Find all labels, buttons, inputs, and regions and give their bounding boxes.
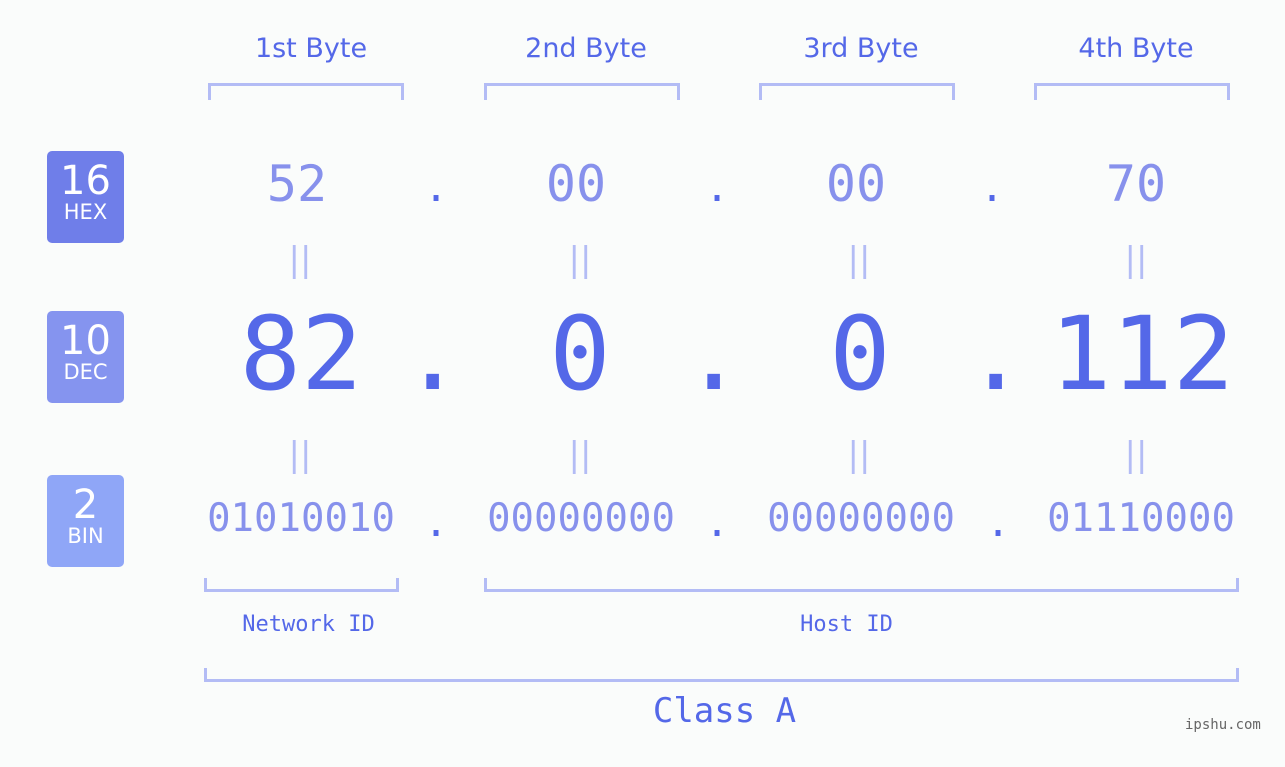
bin-byte-4: 01110000 <box>1047 496 1235 541</box>
dec-byte-4: 112 <box>1049 295 1235 414</box>
bin-byte-1: 01010010 <box>207 496 395 541</box>
bin-byte-2: 00000000 <box>487 496 675 541</box>
hex-base: 16 <box>60 158 111 204</box>
byte-header-3: 3rd Byte <box>803 33 919 64</box>
byte-bracket-3 <box>759 83 955 100</box>
equals-icon: || <box>1124 435 1148 475</box>
hex-dot-3: . <box>980 165 1005 211</box>
equals-icon: || <box>288 435 312 475</box>
host-id-label: Host ID <box>800 612 893 637</box>
dec-label: DEC <box>63 360 108 384</box>
bin-badge: 2 BIN <box>47 475 124 567</box>
hex-label: HEX <box>63 200 108 224</box>
byte-bracket-1 <box>208 83 404 100</box>
byte-header-4: 4th Byte <box>1078 33 1194 64</box>
equals-icon: || <box>1124 240 1148 280</box>
bin-dot-3: . <box>986 500 1011 546</box>
dec-byte-3: 0 <box>829 295 891 414</box>
equals-icon: || <box>847 240 871 280</box>
dec-base: 10 <box>60 318 111 364</box>
hex-badge: 16 HEX <box>47 151 124 243</box>
byte-bracket-2 <box>484 83 680 100</box>
bin-dot-2: . <box>705 500 730 546</box>
equals-icon: || <box>288 240 312 280</box>
dec-byte-1: 82 <box>239 295 363 414</box>
hex-byte-4: 70 <box>1105 155 1167 213</box>
dec-dot-2: . <box>683 295 745 414</box>
bin-byte-3: 00000000 <box>767 496 955 541</box>
dec-byte-2: 0 <box>549 295 611 414</box>
network-bracket <box>204 578 399 592</box>
host-bracket <box>484 578 1239 592</box>
class-bracket <box>204 668 1239 682</box>
hex-byte-2: 00 <box>545 155 607 213</box>
hex-byte-1: 52 <box>266 155 328 213</box>
class-label: Class A <box>652 691 797 731</box>
bin-dot-1: . <box>424 500 449 546</box>
dec-badge: 10 DEC <box>47 311 124 403</box>
byte-bracket-4 <box>1034 83 1230 100</box>
hex-dot-2: . <box>705 165 730 211</box>
dec-dot-1: . <box>402 295 464 414</box>
byte-header-1: 1st Byte <box>254 33 368 64</box>
watermark: ipshu.com <box>1185 717 1261 733</box>
network-id-label: Network ID <box>242 612 375 637</box>
equals-icon: || <box>847 435 871 475</box>
byte-header-2: 2nd Byte <box>525 33 647 64</box>
hex-dot-1: . <box>424 165 449 211</box>
hex-byte-3: 00 <box>825 155 887 213</box>
equals-icon: || <box>568 435 592 475</box>
dec-dot-3: . <box>965 295 1027 414</box>
bin-label: BIN <box>67 524 104 548</box>
bin-base: 2 <box>72 482 99 528</box>
equals-icon: || <box>568 240 592 280</box>
